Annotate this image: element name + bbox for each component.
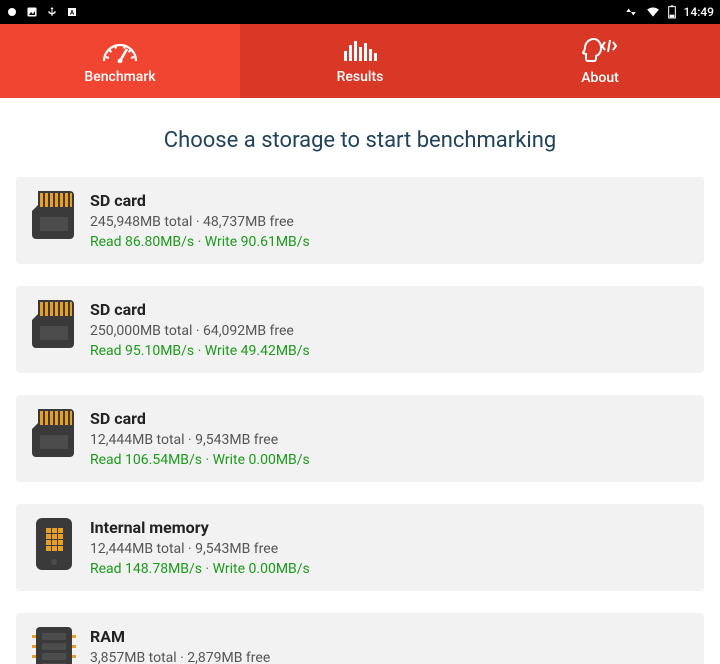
tab-results[interactable]: Results (240, 24, 480, 98)
storage-item[interactable]: RAM3,857MB total · 2,879MB freeRAM copy … (16, 613, 704, 664)
tab-about[interactable]: About (480, 24, 720, 98)
data-icon (624, 6, 638, 18)
status-left: A (6, 5, 78, 19)
tab-bar: Benchmark Results About (0, 24, 720, 98)
storage-title: SD card (90, 191, 688, 210)
storage-performance: Read 95.10MB/s · Write 49.42MB/s (90, 343, 688, 359)
bars-icon (340, 37, 380, 63)
ram-icon (32, 627, 76, 664)
storage-item[interactable]: SD card 12,444MB total · 9,543MB free Read… (16, 395, 704, 482)
storage-performance: Read 148.78MB/s · Write 0.00MB/s (90, 561, 688, 577)
content: Choose a storage to start benchmarking S… (0, 98, 720, 664)
sd-icon-wrapper (32, 191, 76, 239)
sd-card-icon (32, 300, 76, 348)
storage-item[interactable]: Internal memory 12,444MB total · 9,543MB … (16, 504, 704, 591)
storage-capacity: 3,857MB total · 2,879MB free (90, 650, 688, 664)
storage-performance: Read 86.80MB/s · Write 90.61MB/s (90, 234, 688, 250)
sd-card-icon (32, 409, 76, 457)
battery-icon (668, 5, 676, 19)
internal-icon-wrapper (32, 518, 76, 566)
page-heading: Choose a storage to start benchmarking (16, 128, 704, 153)
speedometer-icon (100, 37, 140, 63)
notification-icon (6, 6, 18, 18)
tab-label: Results (337, 69, 384, 85)
storage-item[interactable]: SD card 250,000MB total · 64,092MB free Re… (16, 286, 704, 373)
tab-label: Benchmark (84, 69, 155, 85)
storage-item-body: SD card 12,444MB total · 9,543MB free Read… (90, 409, 688, 468)
status-bar: A 14:49 (0, 0, 720, 24)
usb-icon (46, 5, 58, 19)
tab-benchmark[interactable]: Benchmark (0, 24, 240, 98)
storage-title: Internal memory (90, 518, 688, 537)
image-icon (26, 6, 38, 18)
sd-icon-wrapper (32, 300, 76, 348)
status-time: 14:49 (684, 5, 714, 19)
tab-label: About (581, 70, 619, 86)
app-icon: A (66, 6, 78, 18)
storage-item-body: SD card 250,000MB total · 64,092MB free Re… (90, 300, 688, 359)
storage-title: SD card (90, 300, 688, 319)
sd-card-icon (32, 191, 76, 239)
storage-item-body: SD card 245,948MB total · 48,737MB free Re… (90, 191, 688, 250)
storage-item[interactable]: SD card 245,948MB total · 48,737MB free Re… (16, 177, 704, 264)
status-right: 14:49 (624, 5, 714, 19)
wifi-icon (646, 6, 660, 18)
storage-performance: Read 106.54MB/s · Write 0.00MB/s (90, 452, 688, 468)
storage-capacity: 12,444MB total · 9,543MB free (90, 432, 688, 448)
storage-capacity: 250,000MB total · 64,092MB free (90, 323, 688, 339)
storage-list: SD card 245,948MB total · 48,737MB free Re… (16, 177, 704, 664)
sd-icon-wrapper (32, 409, 76, 457)
storage-title: SD card (90, 409, 688, 428)
storage-item-body: Internal memory 12,444MB total · 9,543MB … (90, 518, 688, 577)
storage-title: RAM (90, 627, 688, 646)
storage-item-body: RAM3,857MB total · 2,879MB freeRAM copy … (90, 627, 688, 664)
storage-capacity: 12,444MB total · 9,543MB free (90, 541, 688, 557)
ram-icon-wrapper (32, 627, 76, 664)
storage-capacity: 245,948MB total · 48,737MB free (90, 214, 688, 230)
head-code-icon (580, 36, 620, 64)
phone-icon (32, 518, 76, 570)
